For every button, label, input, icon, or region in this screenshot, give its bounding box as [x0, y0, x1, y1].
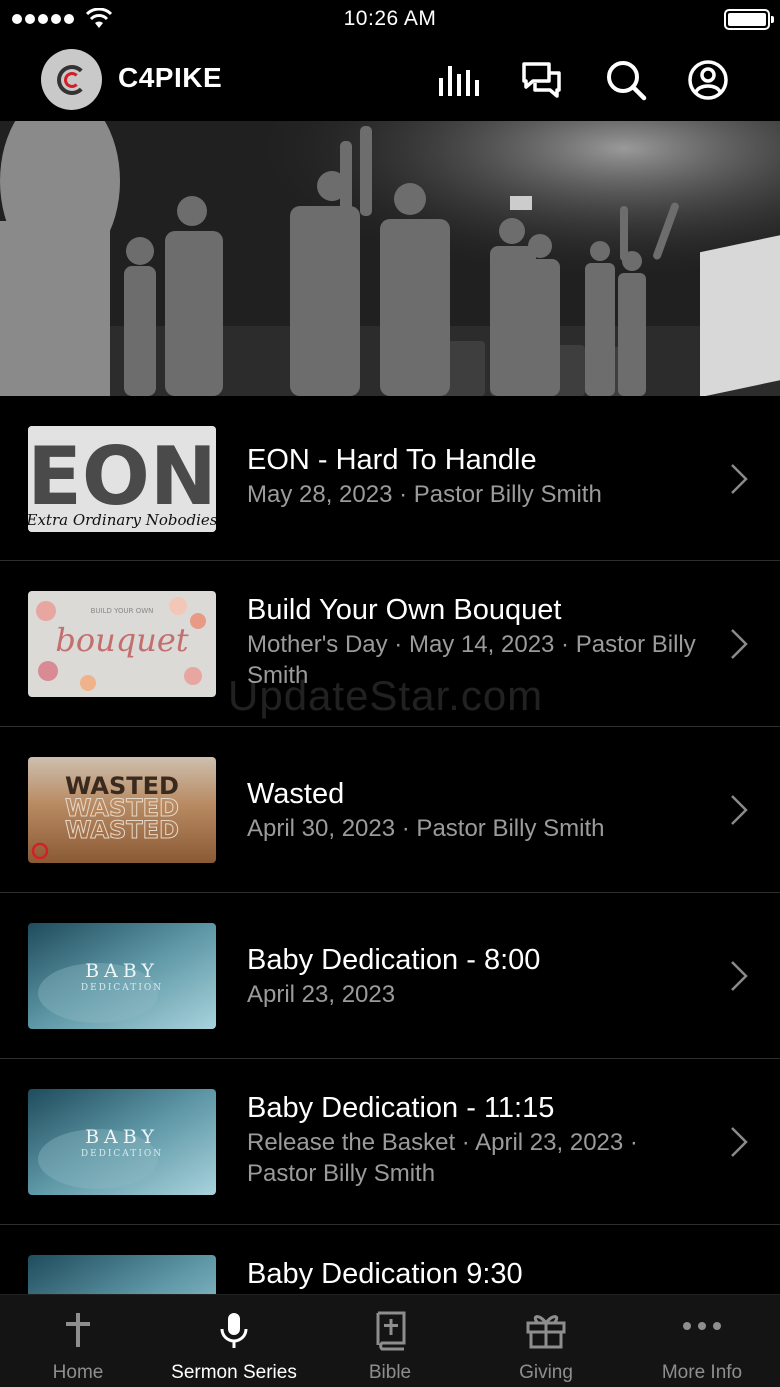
sermon-title: Build Your Own Bouquet — [247, 594, 562, 626]
app-header: C4PIKE — [0, 40, 780, 120]
sermon-text: Baby Dedication - 8:00 April 23, 2023 — [247, 943, 707, 1010]
sermon-subtitle: May 28, 2023 · Pastor Billy Smith — [247, 481, 602, 508]
tab-label: More Info — [661, 1362, 743, 1383]
thumb-baby-caption: DEDICATION — [81, 1149, 163, 1159]
thumb-wasted-text-3: WASTED — [65, 816, 179, 844]
tab-home[interactable]: Home — [0, 1295, 156, 1387]
thumb-bouquet-text: bouquet — [55, 621, 188, 659]
thumb-baby-caption: DEDICATION — [81, 983, 163, 993]
sermon-title: Baby Dedication 9:30 — [247, 1258, 523, 1290]
thumb-bouquet-caption: BUILD YOUR OWN — [91, 607, 154, 615]
sermon-row[interactable]: EON Extra Ordinary Nobodies EON - Hard T… — [0, 396, 780, 561]
sermon-title: Baby Dedication - 11:15 — [247, 1092, 555, 1124]
chevron-right-icon — [731, 795, 748, 825]
thumb-eon-caption: Extra Ordinary Nobodies — [28, 511, 216, 529]
sermon-text: Wasted April 30, 2023 · Pastor Billy Smi… — [247, 777, 707, 844]
gift-icon — [468, 1311, 624, 1351]
search-icon[interactable] — [604, 58, 648, 102]
tab-giving[interactable]: Giving — [468, 1295, 624, 1387]
sermon-row[interactable]: BUILD YOUR OWN bouquet Build Your Own Bo… — [0, 561, 780, 727]
tab-label: Bible — [368, 1362, 412, 1383]
sermon-subtitle: Mother's Day · May 14, 2023 · Pastor Bil… — [247, 631, 696, 689]
sermon-row[interactable]: WASTED WASTED WASTED Wasted April 30, 20… — [0, 727, 780, 893]
sermon-subtitle: April 30, 2023 · Pastor Billy Smith — [247, 815, 605, 842]
church-logo[interactable] — [41, 49, 102, 110]
chevron-right-icon — [731, 961, 748, 991]
sermon-title: EON - Hard To Handle — [247, 444, 537, 476]
sermon-row[interactable]: BABY DEDICATION Baby Dedication - 8:00 A… — [0, 893, 780, 1059]
chevron-right-icon — [731, 464, 748, 494]
sermon-list: EON Extra Ordinary Nobodies EON - Hard T… — [0, 396, 780, 1294]
tab-bible[interactable]: Bible — [312, 1295, 468, 1387]
sermon-subtitle: Release the Basket · April 23, 2023 · Pa… — [247, 1129, 638, 1187]
sermon-text: Baby Dedication 9:30 — [247, 1257, 707, 1291]
tab-sermon-series[interactable]: Sermon Series — [156, 1295, 312, 1387]
sermon-text: Build Your Own Bouquet Mother's Day · Ma… — [247, 593, 707, 691]
status-time: 10:26 AM — [343, 7, 437, 30]
tab-label: Giving — [519, 1362, 573, 1383]
chat-icon[interactable] — [520, 58, 564, 102]
tab-bar: Home Sermon Series Bible Giving More Inf… — [0, 1294, 780, 1387]
chevron-right-icon — [731, 1127, 748, 1157]
thumb-eon-text: EON — [28, 430, 216, 523]
hero-image[interactable] — [0, 121, 780, 396]
sermon-title: Baby Dedication - 8:00 — [247, 944, 541, 976]
status-bar: 10:26 AM — [0, 0, 780, 40]
sermon-thumbnail: EON Extra Ordinary Nobodies — [28, 426, 216, 532]
chevron-right-icon — [731, 629, 748, 659]
sermon-row[interactable]: Baby Dedication 9:30 — [0, 1225, 780, 1294]
tab-label: Home — [52, 1362, 104, 1383]
bible-icon — [312, 1311, 468, 1351]
tab-more-info[interactable]: More Info — [624, 1295, 780, 1387]
account-icon[interactable] — [686, 58, 730, 102]
tab-label: Sermon Series — [171, 1362, 297, 1383]
sermon-title: Wasted — [247, 778, 345, 810]
sermon-thumbnail: WASTED WASTED WASTED — [28, 757, 216, 863]
sermon-text: EON - Hard To Handle May 28, 2023 · Past… — [247, 443, 707, 510]
battery-icon — [724, 9, 774, 30]
audio-bars-icon[interactable] — [437, 58, 481, 102]
cross-icon — [0, 1311, 156, 1351]
more-dots-icon — [624, 1311, 780, 1351]
sermon-thumbnail: BABY DEDICATION — [28, 1089, 216, 1195]
app-name: C4PIKE — [118, 62, 223, 93]
sermon-thumbnail — [28, 1255, 216, 1294]
sermon-thumbnail: BUILD YOUR OWN bouquet — [28, 591, 216, 697]
microphone-icon — [156, 1311, 312, 1351]
thumb-baby-text: BABY — [85, 1126, 159, 1148]
sermon-text: Baby Dedication - 11:15 Release the Bask… — [247, 1091, 707, 1189]
sermon-row[interactable]: BABY DEDICATION Baby Dedication - 11:15 … — [0, 1059, 780, 1225]
thumb-baby-text: BABY — [85, 960, 159, 982]
sermon-thumbnail: BABY DEDICATION — [28, 923, 216, 1029]
sermon-subtitle: April 23, 2023 — [247, 981, 396, 1008]
